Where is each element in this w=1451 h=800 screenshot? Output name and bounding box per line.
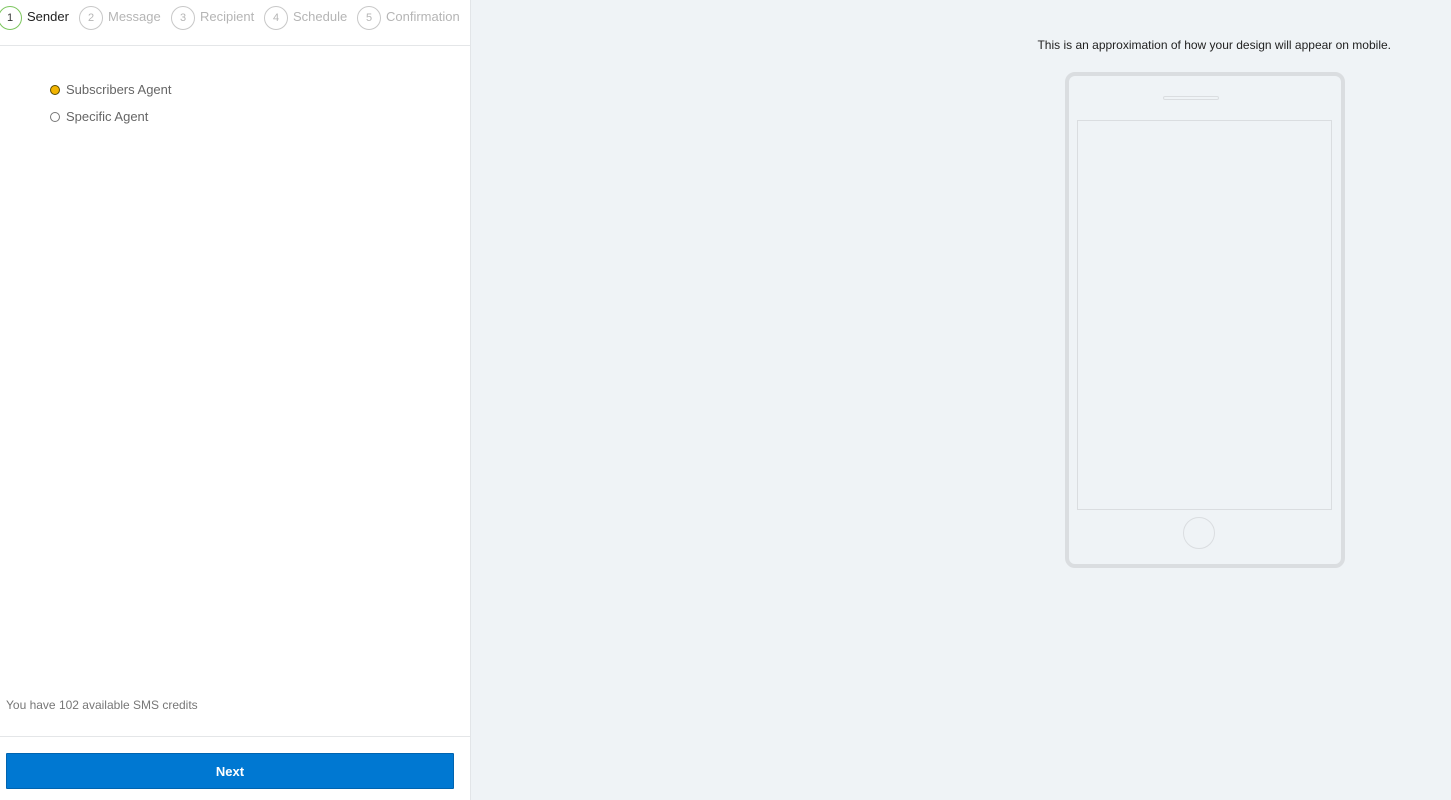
step-number-badge: 4: [264, 6, 288, 30]
wizard-form-panel: 1 Sender 2 Message 3 Recipient 4 Schedul…: [0, 0, 471, 800]
step-number-badge: 3: [171, 6, 195, 30]
sender-radio-group: Subscribers Agent Specific Agent: [50, 81, 172, 135]
sms-credits-text: You have 102 available SMS credits: [6, 698, 198, 712]
phone-speaker-icon: [1163, 96, 1219, 100]
mobile-preview-panel: This is an approximation of how your des…: [471, 0, 1451, 800]
next-button[interactable]: Next: [6, 753, 454, 789]
step-number-badge: 1: [0, 6, 22, 30]
sms-campaign-wizard: 1 Sender 2 Message 3 Recipient 4 Schedul…: [0, 0, 1451, 800]
phone-frame-icon: [1065, 72, 1345, 568]
step-schedule[interactable]: 4 Schedule: [264, 5, 348, 30]
step-label: Message: [108, 8, 161, 24]
step-recipient[interactable]: 3 Recipient: [171, 5, 255, 30]
divider: [0, 736, 470, 737]
preview-note: This is an approximation of how your des…: [1037, 38, 1391, 52]
step-label: Recipient: [200, 8, 255, 24]
wizard-stepper: 1 Sender 2 Message 3 Recipient 4 Schedul…: [0, 0, 470, 46]
radio-label: Specific Agent: [66, 109, 149, 124]
radio-label: Subscribers Agent: [66, 82, 172, 97]
step-label: Sender: [27, 8, 69, 24]
step-sender[interactable]: 1 Sender: [0, 5, 69, 30]
phone-home-button-icon: [1183, 517, 1215, 549]
step-label: Schedule: [293, 8, 348, 24]
step-number-badge: 5: [357, 6, 381, 30]
radio-button[interactable]: [50, 111, 60, 122]
sender-option-specific-agent[interactable]: Specific Agent: [50, 108, 172, 125]
step-message[interactable]: 2 Message: [79, 5, 161, 30]
step-number-badge: 2: [79, 6, 103, 30]
step-confirmation[interactable]: 5 Confirmation: [357, 5, 460, 30]
step-label: Confirmation: [386, 8, 460, 24]
sender-option-subscribers-agent[interactable]: Subscribers Agent: [50, 81, 172, 98]
radio-button-selected[interactable]: [50, 84, 60, 95]
phone-screen: [1077, 120, 1332, 510]
